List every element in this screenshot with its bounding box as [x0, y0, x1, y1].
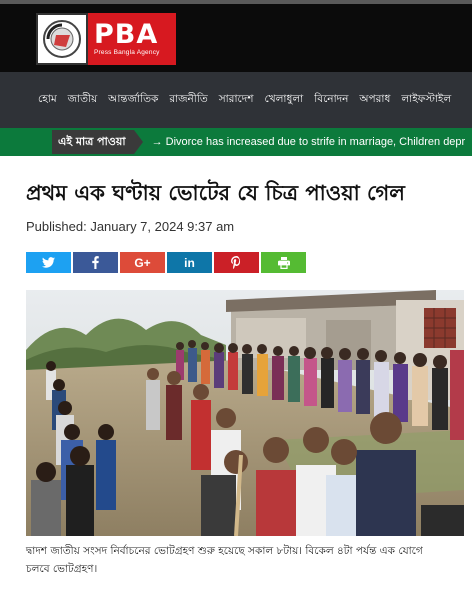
- nav-item-home[interactable]: হোম: [38, 92, 57, 109]
- nav-item-country[interactable]: সারাদেশ: [219, 92, 254, 109]
- pinterest-icon: [231, 256, 241, 269]
- share-googleplus-button[interactable]: G+: [120, 252, 165, 273]
- ticker-label: এই মাত্র পাওয়া: [52, 130, 143, 154]
- caption-line-1: দ্বাদশ জাতীয় সংসদ নির্বাচনের ভোটগ্রহণ শ…: [26, 545, 423, 557]
- facebook-icon: [92, 256, 99, 269]
- nav-item-lifestyle[interactable]: লাইফস্টাইল: [401, 92, 451, 109]
- twitter-icon: [42, 257, 55, 268]
- published-date: Published: January 7, 2024 9:37 am: [26, 219, 235, 234]
- nav-item-international[interactable]: আন্তর্জাতিক: [108, 92, 158, 109]
- photo-caption: দ্বাদশ জাতীয় সংসদ নির্বাচনের ভোটগ্রহণ শ…: [26, 542, 472, 578]
- article-title: প্রথম এক ঘণ্টায় ভোটের যে চিত্র পাওয়া গ…: [26, 181, 405, 205]
- ticker-headline[interactable]: → Divorce has increased due to strife in…: [152, 136, 466, 148]
- nav-item-national[interactable]: জাতীয়: [68, 92, 98, 109]
- article-photo: [26, 290, 464, 536]
- share-bar: G+ in: [26, 252, 308, 273]
- nav-item-sports[interactable]: খেলাধুলা: [264, 92, 303, 109]
- logo-subtitle: Press Bangla Agency: [94, 49, 160, 56]
- nav-item-crime[interactable]: অপরাধ: [359, 92, 390, 109]
- share-twitter-button[interactable]: [26, 252, 71, 273]
- print-icon: [277, 256, 290, 269]
- share-facebook-button[interactable]: [73, 252, 118, 273]
- caption-line-2: চলবে ভোটগ্রহণ।: [26, 563, 98, 575]
- share-pinterest-button[interactable]: [214, 252, 259, 273]
- logo-emblem-icon: [36, 13, 88, 65]
- logo-text: PBA: [94, 19, 159, 50]
- site-logo[interactable]: PBA Press Bangla Agency: [36, 13, 176, 65]
- main-nav: হোম জাতীয় আন্তর্জাতিক রাজনীতি সারাদেশ খ…: [0, 72, 472, 128]
- share-linkedin-button[interactable]: in: [167, 252, 212, 273]
- breaking-news-ticker: এই মাত্র পাওয়া → Divorce has increased …: [0, 128, 472, 156]
- nav-item-politics[interactable]: রাজনীতি: [169, 92, 207, 109]
- print-button[interactable]: [261, 252, 306, 273]
- site-header: PBA Press Bangla Agency: [0, 4, 472, 72]
- nav-item-entertainment[interactable]: বিনোদন: [314, 92, 348, 109]
